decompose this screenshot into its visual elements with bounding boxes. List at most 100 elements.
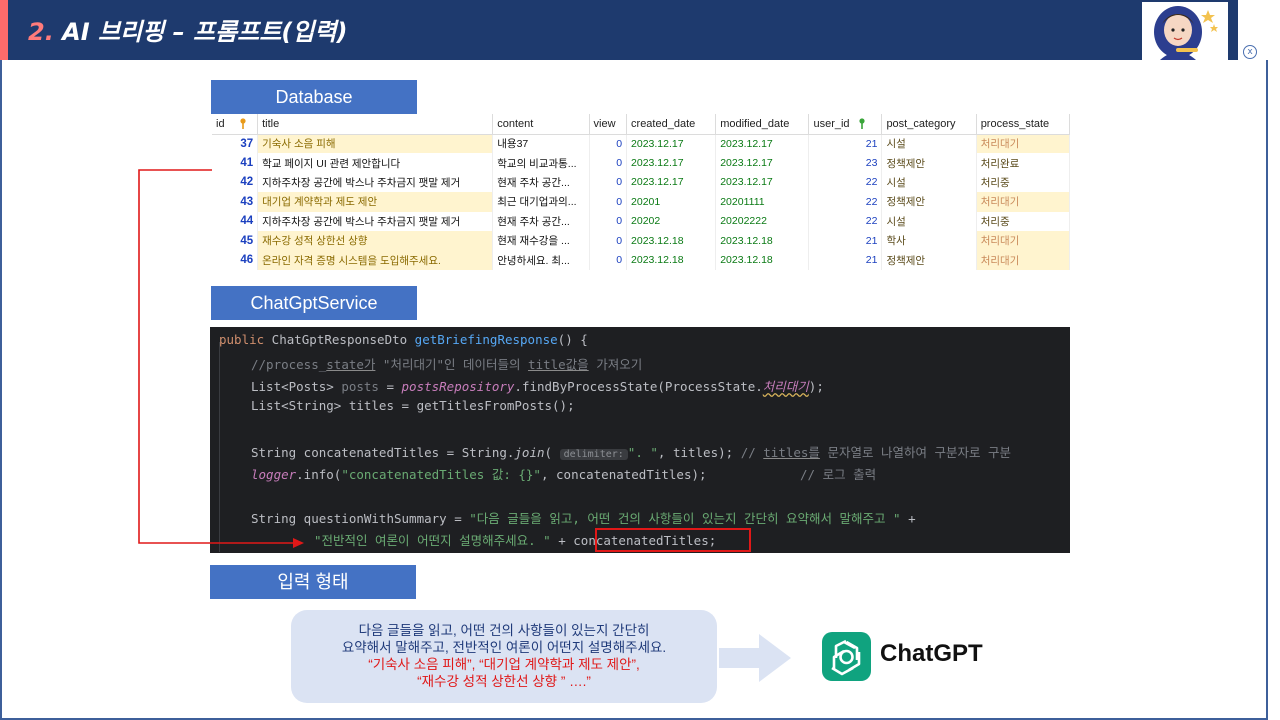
cell-content[interactable]: 현재 재수강을 ... (492, 230, 590, 251)
cell-user-id[interactable]: 21 (808, 134, 883, 154)
table-row[interactable]: 41 학교 페이지 UI 관련 제안합니다 학교의 비교과통... 0 2023.12.… (212, 153, 1071, 173)
column-header[interactable]: user_id (808, 114, 883, 135)
column-header[interactable]: process_state (976, 114, 1071, 135)
cell-process-state[interactable]: 처리대기 (976, 250, 1071, 270)
column-header[interactable]: content (492, 114, 590, 135)
cell-view[interactable]: 0 (589, 134, 628, 154)
prompt-line-1: 다음 글들을 읽고, 어떤 건의 사항들이 있는지 간단히 (358, 623, 650, 638)
cell-content[interactable]: 안녕하세요. 최... (492, 250, 590, 270)
cell-id[interactable]: 45 (212, 230, 259, 251)
table-row[interactable]: 37 기숙사 소음 피해 내용37 0 2023.12.17 2023.12.17 21 시설… (212, 134, 1071, 154)
cell-process-state[interactable]: 처리중 (976, 172, 1071, 193)
highlight-box (595, 528, 751, 552)
database-table: id title content view created_date modif… (212, 114, 1071, 270)
cell-process-state[interactable]: 처리중 (976, 211, 1071, 231)
cell-category[interactable]: 학사 (881, 230, 977, 251)
cell-user-id[interactable]: 22 (808, 172, 883, 193)
chatgpt-label: ChatGPT (880, 640, 983, 667)
column-header[interactable]: title (257, 114, 494, 135)
cell-modified-date[interactable]: 2023.12.17 (715, 172, 810, 193)
cell-content[interactable]: 현재 주차 공간... (492, 172, 590, 193)
cell-modified-date[interactable]: 20201111 (715, 192, 810, 212)
code-line-1: public ChatGptResponseDto getBriefingRes… (219, 332, 588, 347)
prompt-line-4: “재수강 성적 상한선 상향 ” ….” (417, 674, 591, 689)
cell-view[interactable]: 0 (589, 153, 628, 173)
cell-process-state[interactable]: 처리대기 (976, 134, 1071, 154)
code-comment-log: // 로그 출력 (800, 467, 877, 482)
cell-view[interactable]: 0 (589, 250, 628, 270)
column-header[interactable]: created_date (626, 114, 717, 135)
code-editor: public ChatGptResponseDto getBriefingRes… (210, 327, 1070, 553)
cell-created-date[interactable]: 2023.12.17 (626, 134, 717, 154)
right-arrow-icon (719, 634, 791, 682)
cell-id[interactable]: 46 (212, 250, 259, 270)
cell-view[interactable]: 0 (589, 211, 628, 231)
cell-title[interactable]: 대기업 계약학과 제도 제안 (257, 192, 494, 212)
column-header[interactable]: modified_date (715, 114, 810, 135)
table-row[interactable]: 42 지하주차장 공간에 박스나 주차금지 팻말 제거 현재 주차 공간... 0 20… (212, 172, 1071, 193)
code-line-2: //process_state가 "처리대기"인 데이터들의 title값을 가… (251, 357, 643, 372)
cell-category[interactable]: 시설 (881, 172, 977, 193)
cell-created-date[interactable]: 2023.12.18 (626, 250, 717, 270)
page-title: 2. AI 브리핑 – 프롬프트(입력) (28, 12, 347, 47)
cell-user-id[interactable]: 23 (808, 153, 883, 173)
close-button[interactable]: x (1243, 45, 1257, 59)
cell-user-id[interactable]: 21 (808, 230, 883, 251)
table-row[interactable]: 43 대기업 계약학과 제도 제안 최근 대기업과의... 0 20201 2020111… (212, 192, 1071, 212)
cell-modified-date[interactable]: 20202222 (715, 211, 810, 231)
foreign-key-icon (858, 118, 865, 130)
cell-category[interactable]: 시설 (881, 134, 977, 154)
cell-created-date[interactable]: 2023.12.17 (626, 153, 717, 173)
cell-id[interactable]: 43 (212, 192, 259, 212)
cell-created-date[interactable]: 2023.12.17 (626, 172, 717, 193)
cell-title[interactable]: 기숙사 소음 피해 (257, 134, 494, 154)
cell-content[interactable]: 최근 대기업과의... (492, 192, 590, 212)
cell-id[interactable]: 44 (212, 211, 259, 231)
cell-modified-date[interactable]: 2023.12.17 (715, 153, 810, 173)
cell-id[interactable]: 37 (212, 134, 259, 154)
section-label-service: ChatGptService (211, 286, 417, 320)
cell-created-date[interactable]: 2023.12.18 (626, 230, 717, 251)
table-row[interactable]: 46 온라인 자격 증명 시스템을 도입해주세요. 안녕하세요. 최... 0 2023… (212, 250, 1071, 270)
cell-title[interactable]: 지하주차장 공간에 박스나 주차금지 팻말 제거 (257, 172, 494, 193)
cell-title[interactable]: 지하주차장 공간에 박스나 주차금지 팻말 제거 (257, 211, 494, 231)
cell-content[interactable]: 내용37 (492, 134, 590, 154)
code-line-5: String concatenatedTitles = String.join(… (251, 445, 1012, 460)
cell-process-state[interactable]: 처리대기 (976, 230, 1071, 251)
cell-user-id[interactable]: 22 (808, 211, 883, 231)
cell-title[interactable]: 학교 페이지 UI 관련 제안합니다 (257, 153, 494, 173)
cell-title[interactable]: 온라인 자격 증명 시스템을 도입해주세요. (257, 250, 494, 270)
cell-content[interactable]: 현재 주차 공간... (492, 211, 590, 231)
cell-id[interactable]: 41 (212, 153, 259, 173)
cell-content[interactable]: 학교의 비교과통... (492, 153, 590, 173)
column-header[interactable]: id (212, 114, 259, 135)
cell-id[interactable]: 42 (212, 172, 259, 193)
cell-category[interactable]: 정책제안 (881, 250, 977, 270)
prompt-line-2: 요약해서 말해주고, 전반적인 여론이 어떤지 설명해주세요. (341, 640, 667, 655)
cell-created-date[interactable]: 20201 (626, 192, 717, 212)
cell-modified-date[interactable]: 2023.12.18 (715, 250, 810, 270)
column-header[interactable]: view (589, 114, 628, 135)
cell-user-id[interactable]: 22 (808, 192, 883, 212)
table-row[interactable]: 45 재수강 성적 상한선 상향 현재 재수강을 ... 0 2023.12.18 202… (212, 230, 1071, 251)
code-line-6: logger.info("concatenatedTitles 값: {}", … (251, 467, 707, 482)
code-line-7: String questionWithSummary = "다음 글들을 읽고,… (251, 511, 916, 526)
cell-category[interactable]: 정책제안 (881, 192, 977, 212)
cell-title[interactable]: 재수강 성적 상한선 상향 (257, 230, 494, 251)
primary-key-icon (239, 118, 246, 130)
cell-category[interactable]: 시설 (881, 211, 977, 231)
cell-process-state[interactable]: 처리완료 (976, 153, 1071, 173)
cell-modified-date[interactable]: 2023.12.18 (715, 230, 810, 251)
cell-created-date[interactable]: 20202 (626, 211, 717, 231)
cell-view[interactable]: 0 (589, 192, 628, 212)
cell-user-id[interactable]: 21 (808, 250, 883, 270)
cell-modified-date[interactable]: 2023.12.17 (715, 134, 810, 154)
column-header[interactable]: post_category (881, 114, 977, 135)
section-label-database: Database (211, 80, 417, 114)
cell-view[interactable]: 0 (589, 172, 628, 193)
cell-category[interactable]: 정책제안 (881, 153, 977, 173)
table-row[interactable]: 44 지하주차장 공간에 박스나 주차금지 팻말 제거 현재 주차 공간... 0 20… (212, 211, 1071, 231)
cell-view[interactable]: 0 (589, 230, 628, 251)
cell-process-state[interactable]: 처리대기 (976, 192, 1071, 212)
slide: 2. AI 브리핑 – 프롬프트(입력) x Database ChatGptS… (0, 0, 1280, 720)
